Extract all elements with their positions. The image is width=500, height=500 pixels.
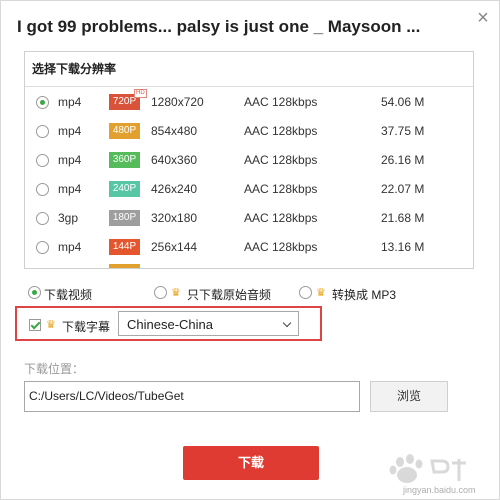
size-label: 37.75 M xyxy=(381,124,425,138)
size-label: 54.06 M xyxy=(381,95,425,109)
audio-label: AAC 128kbps xyxy=(244,124,318,138)
option-convert-mp3[interactable]: ♛ 转换成 MP3 xyxy=(299,285,409,302)
crown-icon: ♛ xyxy=(316,287,326,299)
resolution-label: 426x240 xyxy=(151,182,198,196)
format-label: mp4 xyxy=(58,124,82,138)
resolution-radio[interactable] xyxy=(36,241,49,254)
resolution-row[interactable]: mp4 720P HD 1280x720 AAC 128kbps 54.06 M xyxy=(25,88,473,117)
audio-label: AAC 128kbps xyxy=(244,95,318,109)
crown-icon: ♛ xyxy=(171,287,181,299)
chevron-down-icon xyxy=(282,318,292,328)
option-download-video[interactable]: 下载视频 xyxy=(28,285,108,302)
close-button[interactable]: × xyxy=(472,7,494,29)
resolution-row[interactable]: mp4 360P 640x360 AAC 128kbps 26.16 M xyxy=(25,146,473,175)
resolution-row[interactable]: 3gp 180P 320x180 AAC 128kbps 21.68 M xyxy=(25,204,473,233)
download-dialog: I got 99 problems... palsy is just one _… xyxy=(0,0,500,500)
crown-icon: ♛ xyxy=(46,319,56,331)
resolution-radio[interactable] xyxy=(36,212,49,225)
resolution-label: 640x360 xyxy=(151,153,198,167)
resolution-label: 256x144 xyxy=(151,240,198,254)
quality-badge: 480P xyxy=(109,123,140,139)
audio-label: AAC 128kbps xyxy=(244,153,318,167)
resolution-panel: 选择下载分辨率 mp4 720P HD 1280x720 AAC 128kbps… xyxy=(24,51,474,269)
resolution-list[interactable]: mp4 720P HD 1280x720 AAC 128kbps 54.06 M… xyxy=(25,88,473,268)
resolution-radio[interactable] xyxy=(36,96,49,109)
resolution-radio[interactable] xyxy=(36,154,49,167)
format-label: mp4 xyxy=(58,95,82,109)
watermark-text: jingyan.baidu.com xyxy=(403,485,476,495)
resolution-label: 854x480 xyxy=(151,124,198,138)
subtitle-language-select[interactable]: Chinese-China xyxy=(118,311,299,336)
resolution-label: 320x180 xyxy=(151,211,198,225)
resolution-label: 1280x720 xyxy=(151,95,204,109)
dialog-title: I got 99 problems... palsy is just one _… xyxy=(17,17,421,36)
resolution-radio[interactable] xyxy=(36,125,49,138)
hd-tag: HD xyxy=(134,89,147,98)
format-label: mp4 xyxy=(58,240,82,254)
audio-label: AAC 128kbps xyxy=(244,211,318,225)
download-path-input[interactable]: C:/Users/LC/Videos/TubeGet xyxy=(24,381,360,412)
resolution-panel-header: 选择下载分辨率 xyxy=(25,52,473,87)
audio-only-label: 只下载原始音频 xyxy=(187,288,272,302)
browse-button[interactable]: 浏览 xyxy=(370,381,448,412)
subtitle-label: 下载字幕 xyxy=(62,320,111,334)
download-button[interactable]: 下载 xyxy=(183,446,319,480)
resolution-row[interactable]: mp4 480P 854x480 AAC 128kbps 37.75 M xyxy=(25,117,473,146)
download-location-label: 下载位置： xyxy=(24,362,85,376)
download-video-radio[interactable] xyxy=(28,286,41,299)
subtitle-language-value: Chinese-China xyxy=(127,317,213,332)
quality-badge: 360P xyxy=(109,152,140,168)
quality-badge: 180P xyxy=(109,210,140,226)
subtitle-checkbox[interactable] xyxy=(29,319,41,331)
quality-badge: 144P xyxy=(109,239,140,255)
convert-mp3-radio[interactable] xyxy=(299,286,312,299)
format-label: mp4 xyxy=(58,153,82,167)
next-row-badge-peek xyxy=(109,264,140,268)
subtitle-highlight-box: ♛ 下载字幕 Chinese-China xyxy=(15,306,322,341)
convert-mp3-label: 转换成 MP3 xyxy=(332,288,397,302)
size-label: 26.16 M xyxy=(381,153,425,167)
quality-badge: 240P xyxy=(109,181,140,197)
resolution-row[interactable]: mp4 240P 426x240 AAC 128kbps 22.07 M xyxy=(25,175,473,204)
audio-label: AAC 128kbps xyxy=(244,240,318,254)
download-video-label: 下载视频 xyxy=(44,288,93,302)
resolution-radio[interactable] xyxy=(36,183,49,196)
audio-label: AAC 128kbps xyxy=(244,182,318,196)
size-label: 21.68 M xyxy=(381,211,425,225)
size-label: 13.16 M xyxy=(381,240,425,254)
resolution-row[interactable]: mp4 144P 256x144 AAC 128kbps 13.16 M xyxy=(25,233,473,262)
format-label: 3gp xyxy=(58,211,79,225)
size-label: 22.07 M xyxy=(381,182,425,196)
audio-only-radio[interactable] xyxy=(154,286,167,299)
option-audio-only[interactable]: ♛ 只下载原始音频 xyxy=(154,285,284,302)
format-label: mp4 xyxy=(58,182,82,196)
